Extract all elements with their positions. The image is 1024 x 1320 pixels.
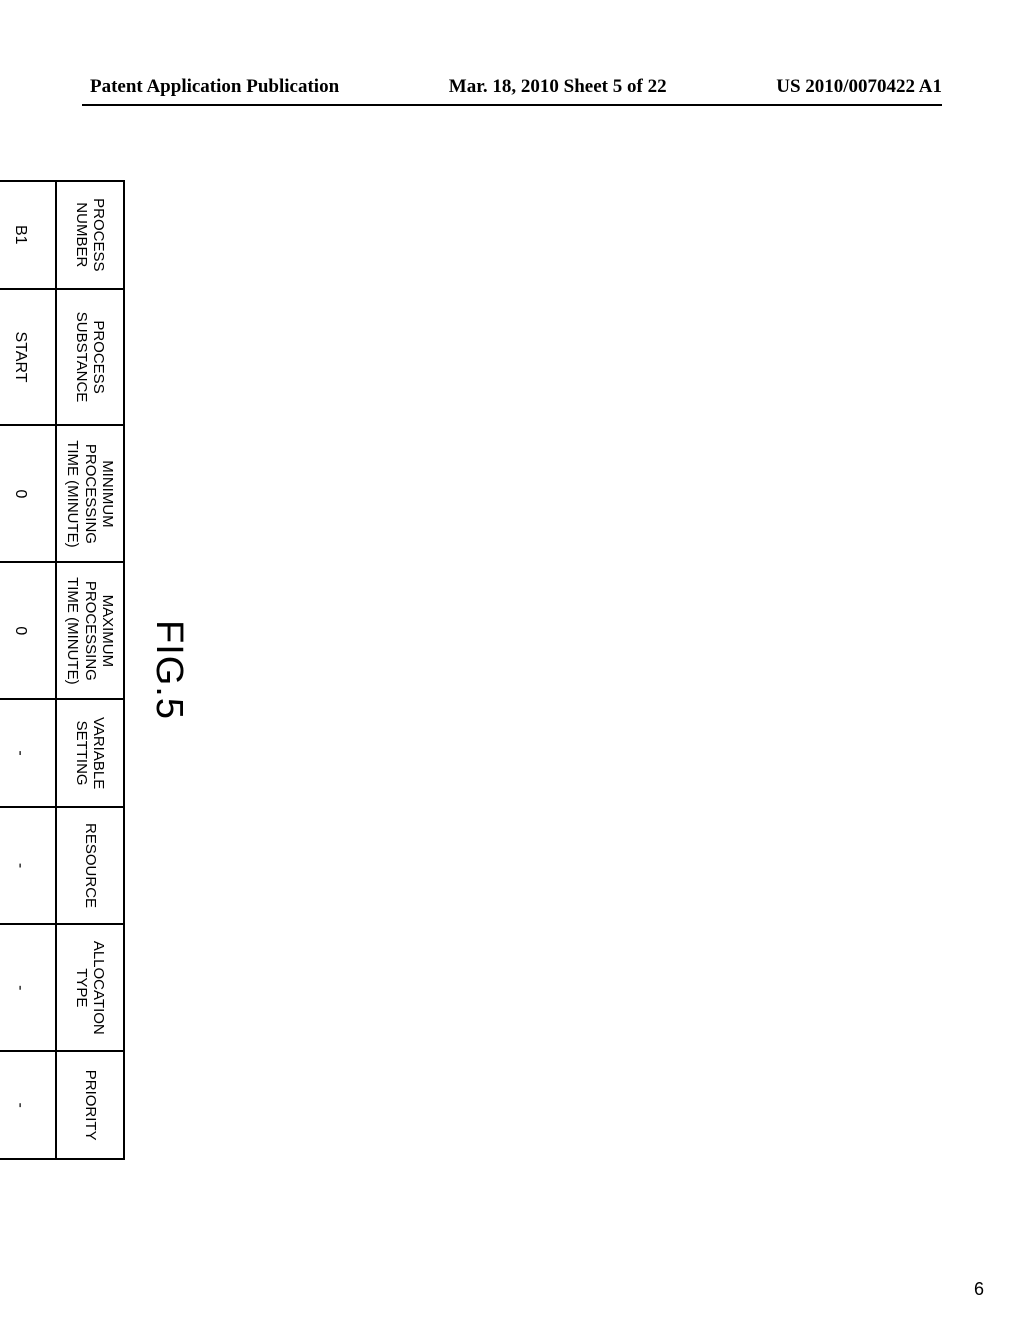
header-rule xyxy=(82,104,942,106)
col-max-processing: MAXIMUMPROCESSINGTIME (MINUTE) xyxy=(56,562,124,699)
page-number: 6 xyxy=(974,1279,984,1300)
col-allocation-type: ALLOCATIONTYPE xyxy=(56,924,124,1051)
col-process-number: PROCESSNUMBER xyxy=(56,181,124,289)
col-variable-setting: VARIABLESETTING xyxy=(56,699,124,807)
col-resource: RESOURCE xyxy=(56,807,124,924)
process-table: PROCESSNUMBER PROCESSSUBSTANCE MINIMUMPR… xyxy=(0,180,125,1160)
cell-var: - xyxy=(0,699,56,807)
col-process-substance: PROCESSSUBSTANCE xyxy=(56,289,124,426)
cell-res: - xyxy=(0,807,56,924)
cell-prio: - xyxy=(0,1051,56,1159)
table-header-row: PROCESSNUMBER PROCESSSUBSTANCE MINIMUMPR… xyxy=(56,181,124,1159)
cell-process-number: B1 xyxy=(0,181,56,289)
figure-5: FIG.5 PROCESSNUMBER PROCESSSUBSTANCE MIN… xyxy=(0,180,190,1160)
header-center: Mar. 18, 2010 Sheet 5 of 22 xyxy=(449,76,667,98)
cell-max: 0 xyxy=(0,562,56,699)
header-right: US 2010/0070422 A1 xyxy=(776,76,942,98)
cell-min: 0 xyxy=(0,425,56,562)
page-header: Patent Application Publication Mar. 18, … xyxy=(0,76,1024,98)
col-min-processing: MINIMUMPROCESSINGTIME (MINUTE) xyxy=(56,425,124,562)
cell-process-substance: START xyxy=(0,289,56,426)
cell-alloc: - xyxy=(0,924,56,1051)
page: Patent Application Publication Mar. 18, … xyxy=(0,0,1024,1320)
header-left: Patent Application Publication xyxy=(90,76,339,98)
col-priority: PRIORITY xyxy=(56,1051,124,1159)
figure-label: FIG.5 xyxy=(147,180,190,1160)
table-row: B1 START 0 0 - - - - xyxy=(0,181,56,1159)
